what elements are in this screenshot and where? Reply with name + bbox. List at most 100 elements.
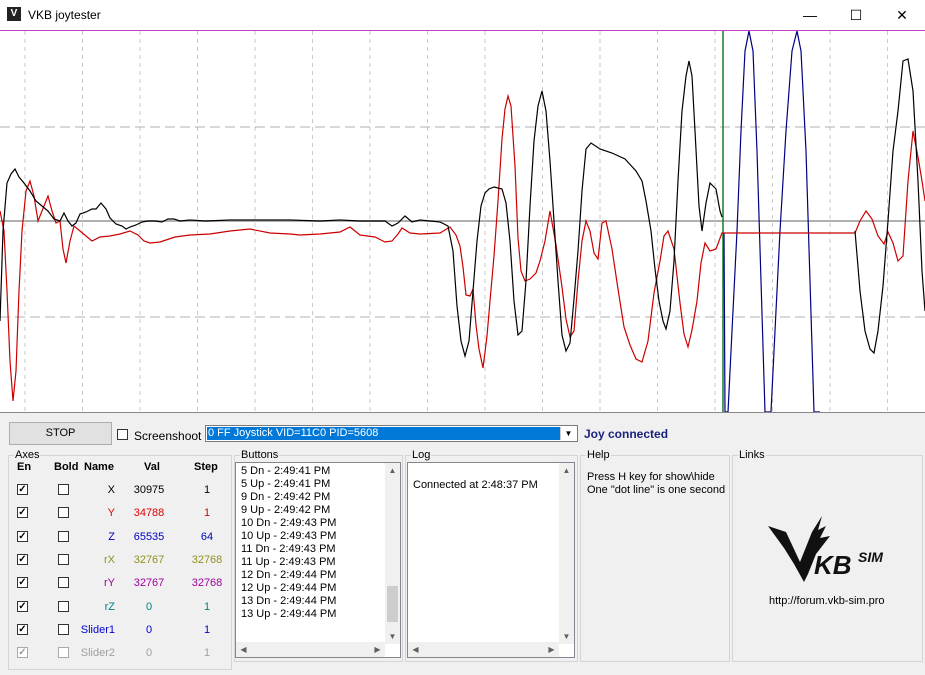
- axis-bold-checkbox[interactable]: [58, 600, 69, 612]
- help-line-1: Press H key for show\hide: [587, 471, 715, 483]
- svg-text:SIM: SIM: [858, 549, 883, 565]
- axis-enable-checkbox[interactable]: [17, 484, 28, 495]
- buttons-list-hscrollbar[interactable]: ◀ ▶: [236, 642, 385, 657]
- buttons-group-title: Buttons: [240, 449, 280, 461]
- buttons-list[interactable]: 5 Dn - 2:49:41 PM 5 Up - 2:49:41 PM 9 Dn -…: [235, 462, 401, 658]
- axis-value: 30975: [133, 484, 165, 496]
- forum-link[interactable]: http://forum.vkb-sim.pro: [769, 595, 885, 607]
- vkbsim-logo[interactable]: KB SIM: [764, 512, 894, 584]
- axis-value: 32767: [133, 577, 165, 590]
- list-item[interactable]: 12 Dn - 2:49:44 PM: [236, 569, 400, 582]
- axis-row: rY 32767 32768: [9, 574, 231, 594]
- axis-bold-checkbox[interactable]: [58, 647, 69, 659]
- axis-enable-checkbox[interactable]: [17, 507, 28, 519]
- list-item[interactable]: 11 Dn - 2:49:43 PM: [236, 543, 400, 556]
- help-group-title: Help: [586, 449, 611, 461]
- axis-name: Y: [107, 507, 115, 520]
- list-item[interactable]: 13 Up - 2:49:44 PM: [236, 608, 400, 621]
- axis-enable-checkbox[interactable]: [17, 553, 28, 565]
- stop-button[interactable]: STOP: [9, 422, 112, 445]
- axes-header-val: Val: [144, 461, 160, 473]
- window-title: VKB joytester: [28, 8, 101, 22]
- screenshot-checkbox[interactable]: [117, 429, 128, 443]
- axis-enable-checkbox[interactable]: [17, 600, 28, 612]
- screenshot-checkbox-box[interactable]: [117, 429, 128, 440]
- links-group-title: Links: [738, 449, 766, 461]
- device-select-value: 0 FF Joystick VID=11C0 PID=5608: [207, 427, 560, 440]
- axis-graph[interactable]: [0, 31, 925, 413]
- list-item[interactable]: 11 Up - 2:49:43 PM: [236, 556, 400, 569]
- list-item[interactable]: 5 Dn - 2:49:41 PM: [236, 465, 400, 478]
- scroll-thumb[interactable]: [387, 586, 398, 622]
- list-item[interactable]: 13 Dn - 2:49:44 PM: [236, 595, 400, 608]
- axis-value: 32767: [133, 553, 165, 566]
- log-vscrollbar[interactable]: ▲ ▼: [559, 463, 574, 644]
- app-icon: V: [7, 7, 21, 21]
- axis-name: Slider2: [80, 647, 115, 660]
- list-item[interactable]: 9 Dn - 2:49:42 PM: [236, 491, 400, 504]
- axis-bold-checkbox[interactable]: [58, 577, 69, 589]
- axis-step: 1: [203, 484, 211, 496]
- scroll-left-icon[interactable]: ◀: [236, 642, 251, 657]
- axes-header-step: Step: [194, 461, 218, 473]
- axis-value: 0: [145, 623, 153, 636]
- axis-name: rX: [104, 553, 115, 566]
- axis-bold-checkbox[interactable]: [58, 484, 69, 495]
- axis-row: Z 65535 64: [9, 528, 231, 548]
- axis-bold-checkbox[interactable]: [58, 530, 69, 542]
- list-item[interactable]: 10 Up - 2:49:43 PM: [236, 530, 400, 543]
- axis-value: 0: [145, 647, 153, 660]
- axis-name: rZ: [104, 600, 115, 613]
- axis-step: 64: [200, 530, 214, 543]
- axis-enable-checkbox[interactable]: [17, 647, 28, 659]
- axis-row: Slider1 0 1: [9, 621, 231, 641]
- axis-step: 32768: [191, 553, 223, 566]
- axis-value: 34788: [133, 507, 165, 520]
- list-item[interactable]: 9 Up - 2:49:42 PM: [236, 504, 400, 517]
- axis-enable-checkbox[interactable]: [17, 577, 28, 589]
- axis-bold-checkbox[interactable]: [58, 507, 69, 519]
- axis-row: Y 34788 1: [9, 504, 231, 524]
- trace-x: [0, 58, 925, 359]
- axis-step: 1: [203, 647, 211, 660]
- buttons-list-items: 5 Dn - 2:49:41 PM 5 Up - 2:49:41 PM 9 Dn -…: [236, 463, 400, 621]
- scroll-down-icon[interactable]: ▼: [559, 629, 574, 644]
- axes-header-bold: Bold: [54, 461, 79, 473]
- device-select[interactable]: 0 FF Joystick VID=11C0 PID=5608 ▼: [205, 425, 578, 442]
- axis-enable-checkbox[interactable]: [17, 530, 28, 542]
- log-textbox[interactable]: Connected at 2:48:37 PM ▲ ▼ ◀ ▶: [407, 462, 575, 658]
- scroll-down-icon[interactable]: ▼: [385, 629, 400, 644]
- help-line-2: One "dot line" is one second: [587, 484, 726, 496]
- maximize-button[interactable]: ☐: [833, 0, 879, 30]
- axis-step: 1: [203, 623, 211, 636]
- scroll-left-icon[interactable]: ◀: [408, 642, 423, 657]
- list-item[interactable]: 10 Dn - 2:49:43 PM: [236, 517, 400, 530]
- minimize-button[interactable]: —: [787, 0, 833, 30]
- axis-bold-checkbox[interactable]: [58, 623, 69, 635]
- axis-step: 32768: [191, 577, 223, 590]
- scroll-right-icon[interactable]: ▶: [544, 642, 559, 657]
- axis-value: 65535: [133, 530, 165, 543]
- axis-enable-checkbox[interactable]: [17, 623, 28, 635]
- scroll-right-icon[interactable]: ▶: [370, 642, 385, 657]
- svg-text:KB: KB: [814, 550, 852, 580]
- axis-step: 1: [203, 600, 211, 613]
- axis-bold-checkbox[interactable]: [58, 553, 69, 565]
- log-group-title: Log: [411, 449, 432, 461]
- screenshot-label: Screenshoot: [134, 429, 202, 443]
- axes-header-en: En: [17, 461, 32, 473]
- list-item[interactable]: 12 Up - 2:49:44 PM: [236, 582, 400, 595]
- close-button[interactable]: ✕: [879, 0, 925, 30]
- axis-value: 0: [145, 600, 153, 613]
- axis-row: X 30975 1: [9, 481, 231, 501]
- scroll-up-icon[interactable]: ▲: [385, 463, 400, 478]
- chevron-down-icon[interactable]: ▼: [560, 427, 576, 440]
- axis-step: 1: [203, 507, 211, 520]
- scroll-up-icon[interactable]: ▲: [559, 463, 574, 478]
- axis-name: Slider1: [80, 623, 115, 636]
- axis-graph-canvas: [0, 31, 925, 412]
- buttons-list-vscrollbar[interactable]: ▲ ▼: [385, 463, 400, 644]
- list-item[interactable]: 5 Up - 2:49:41 PM: [236, 478, 400, 491]
- log-hscrollbar[interactable]: ◀ ▶: [408, 642, 559, 657]
- axis-name: Z: [108, 530, 115, 543]
